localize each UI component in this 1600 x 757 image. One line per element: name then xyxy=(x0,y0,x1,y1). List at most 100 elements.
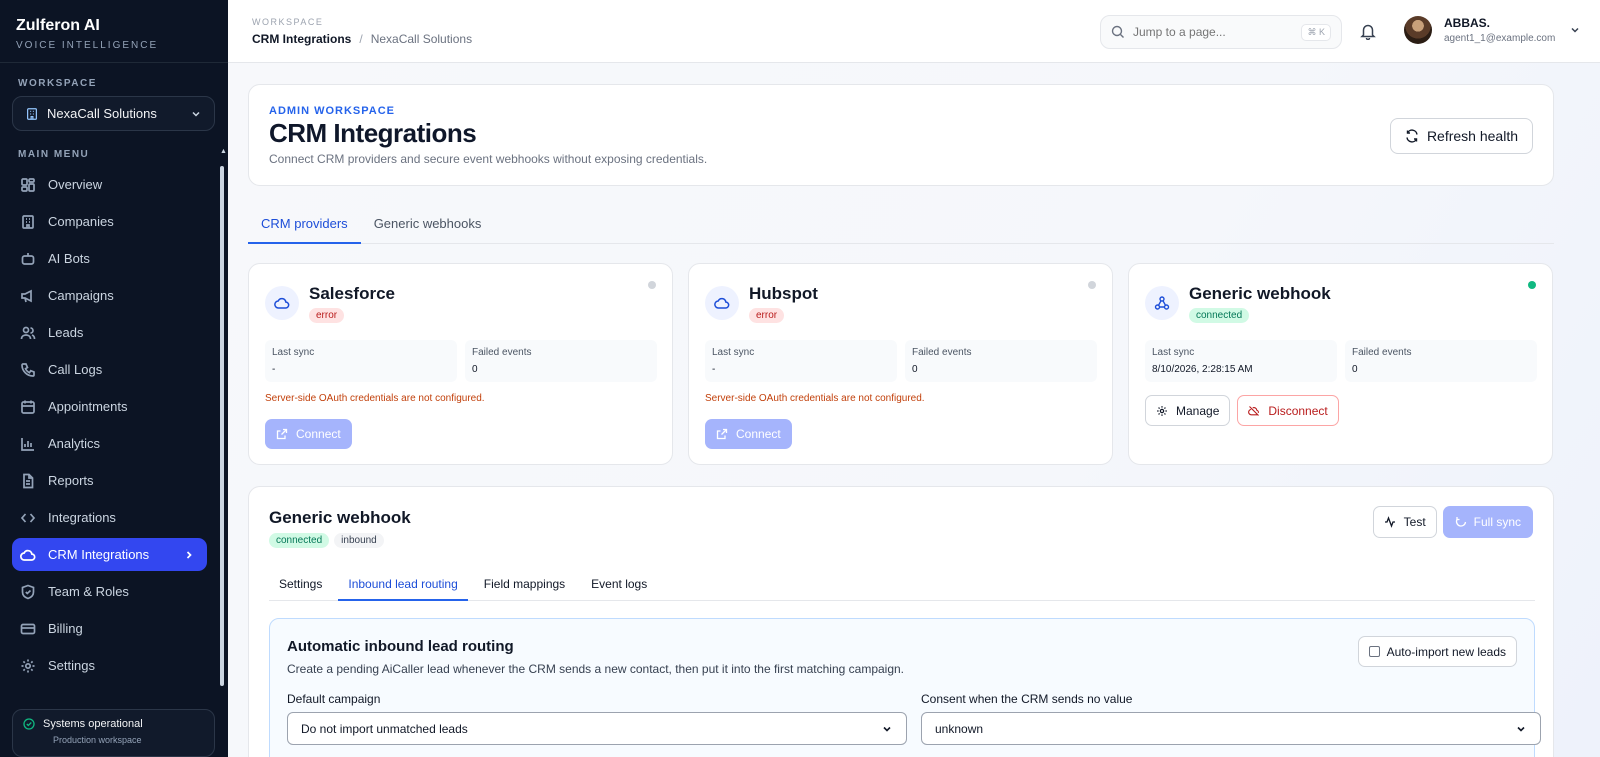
breadcrumb: CRM Integrations / NexaCall Solutions xyxy=(252,32,472,46)
sidebar-item-analytics[interactable]: Analytics xyxy=(12,427,207,460)
stat-label: Last sync xyxy=(272,347,315,358)
search-input[interactable] xyxy=(1133,25,1293,39)
sidebar-item-settings[interactable]: Settings xyxy=(12,649,207,682)
stat-label: Failed events xyxy=(912,347,972,358)
tab-generic-webhooks[interactable]: Generic webhooks xyxy=(361,203,495,244)
connect-button[interactable]: Connect xyxy=(265,419,352,449)
sidebar-item-label: Team & Roles xyxy=(48,584,129,599)
status-badge: connected xyxy=(269,533,330,548)
config-warning: Server-side OAuth credentials are not co… xyxy=(705,393,925,404)
search-box[interactable]: ⌘ K xyxy=(1100,15,1342,49)
sidebar-item-label: CRM Integrations xyxy=(48,547,150,562)
default-campaign-label: Default campaign xyxy=(287,692,381,706)
consent-select[interactable]: unknown xyxy=(921,712,1541,745)
sidebar-item-label: Overview xyxy=(48,177,103,192)
auto-import-checkbox[interactable] xyxy=(1368,646,1380,657)
stat-last-sync: Last sync 8/10/2026, 2:28:15 AM xyxy=(1145,340,1337,382)
sidebar-item-label: Appointments xyxy=(48,399,128,414)
sidebar-item-label: Billing xyxy=(48,621,83,636)
sidebar-item-call-logs[interactable]: Call Logs xyxy=(12,353,207,386)
shield-icon xyxy=(21,584,35,599)
sidebar-item-companies[interactable]: Companies xyxy=(12,205,207,238)
refresh-health-label: Refresh health xyxy=(1426,128,1518,144)
sidebar-item-billing[interactable]: Billing xyxy=(12,612,207,645)
stat-label: Last sync xyxy=(712,347,755,358)
auto-import-toggle[interactable]: Auto-import new leads xyxy=(1357,636,1517,667)
sidebar: Zulferon AI VOICE INTELLIGENCE WORKSPACE… xyxy=(0,0,228,757)
consent-value: unknown xyxy=(935,721,984,736)
provider-icon xyxy=(1145,286,1179,320)
scroll-thumb[interactable] xyxy=(220,166,224,686)
test-button[interactable]: Test xyxy=(1372,506,1437,538)
routing-title: Automatic inbound lead routing xyxy=(287,638,514,655)
cloud-off-icon xyxy=(1248,405,1260,416)
sidebar-item-reports[interactable]: Reports xyxy=(12,464,207,497)
credit-card-icon xyxy=(20,623,36,634)
manage-label: Manage xyxy=(1176,403,1220,418)
sidebar-item-campaigns[interactable]: Campaigns xyxy=(12,279,207,312)
stat-value: - xyxy=(272,364,276,375)
scroll-up-arrow[interactable]: ▲ xyxy=(220,148,227,155)
status-dot xyxy=(648,281,656,289)
bell-icon[interactable] xyxy=(1359,22,1377,40)
chevron-down-icon xyxy=(883,726,891,732)
stat-failed-events: Failed events 0 xyxy=(905,340,1097,382)
direction-badge: inbound xyxy=(334,533,384,548)
manage-button[interactable]: Manage xyxy=(1145,395,1231,426)
activity-icon xyxy=(1384,516,1395,528)
tab-crm-providers[interactable]: CRM providers xyxy=(248,203,361,244)
connect-label: Connect xyxy=(296,427,341,441)
search-icon xyxy=(1111,25,1124,38)
tab-settings[interactable]: Settings xyxy=(269,567,332,601)
connect-button[interactable]: Connect xyxy=(705,419,792,449)
stat-value: - xyxy=(712,364,716,375)
sidebar-item-leads[interactable]: Leads xyxy=(12,316,207,349)
status-dot xyxy=(1528,281,1536,289)
tab-field-mappings[interactable]: Field mappings xyxy=(474,567,575,601)
sidebar-item-appointments[interactable]: Appointments xyxy=(12,390,207,423)
sidebar-item-ai-bots[interactable]: AI Bots xyxy=(12,242,207,275)
provider-stats: Last sync - Failed events 0 xyxy=(265,340,657,382)
page-title: CRM Integrations xyxy=(269,118,477,148)
sidebar-item-label: Reports xyxy=(48,473,94,488)
default-campaign-value: Do not import unmatched leads xyxy=(301,721,468,736)
provider-stats: Last sync - Failed events 0 xyxy=(705,340,1097,382)
sidebar-scrollbar[interactable]: ▲ xyxy=(220,148,227,692)
code-icon xyxy=(20,512,36,523)
external-link-icon xyxy=(716,428,728,440)
sidebar-item-label: Leads xyxy=(48,325,84,340)
disconnect-button[interactable]: Disconnect xyxy=(1237,395,1339,426)
default-campaign-select[interactable]: Do not import unmatched leads xyxy=(287,712,907,745)
gear-icon xyxy=(21,659,35,672)
connect-label: Connect xyxy=(736,427,781,441)
webhook-detail-panel: Generic webhook connected inbound Test F… xyxy=(248,486,1554,757)
provider-tabs: CRM providers Generic webhooks xyxy=(248,203,1554,244)
detail-subtabs: Settings Inbound lead routing Field mapp… xyxy=(269,567,1535,601)
chevron-down-icon xyxy=(1571,27,1579,33)
building-icon xyxy=(27,107,37,120)
grid-icon xyxy=(21,177,35,192)
provider-name: Generic webhook xyxy=(1189,284,1331,303)
breadcrumb-workspace[interactable]: NexaCall Solutions xyxy=(371,32,472,46)
sidebar-item-team-roles[interactable]: Team & Roles xyxy=(12,575,207,608)
tab-event-logs[interactable]: Event logs xyxy=(581,567,657,601)
sidebar-item-label: Call Logs xyxy=(48,362,103,377)
cloud-icon xyxy=(714,297,730,309)
refresh-health-button[interactable]: Refresh health xyxy=(1389,118,1533,154)
provider-cards: Salesforce error Last sync - Failed even… xyxy=(248,263,1554,465)
megaphone-icon xyxy=(21,289,32,302)
sidebar-item-label: AI Bots xyxy=(48,251,90,266)
building-icon xyxy=(22,214,34,229)
calendar-icon xyxy=(21,400,35,414)
provider-card-salesforce: Salesforce error Last sync - Failed even… xyxy=(248,263,673,465)
tab-inbound-lead-routing[interactable]: Inbound lead routing xyxy=(338,567,468,601)
provider-icon xyxy=(265,286,299,320)
sidebar-item-integrations[interactable]: Integrations xyxy=(12,501,207,534)
sidebar-item-overview[interactable]: Overview xyxy=(12,168,207,201)
user-menu[interactable]: ABBAS. agent1_1@example.com xyxy=(1404,16,1581,44)
refresh-icon xyxy=(1455,517,1466,527)
sidebar-item-crm-integrations[interactable]: CRM Integrations xyxy=(12,538,207,571)
full-sync-button[interactable]: Full sync xyxy=(1442,506,1533,538)
status-subtitle: Production workspace xyxy=(53,735,142,745)
workspace-selector[interactable]: NexaCall Solutions xyxy=(12,96,215,131)
